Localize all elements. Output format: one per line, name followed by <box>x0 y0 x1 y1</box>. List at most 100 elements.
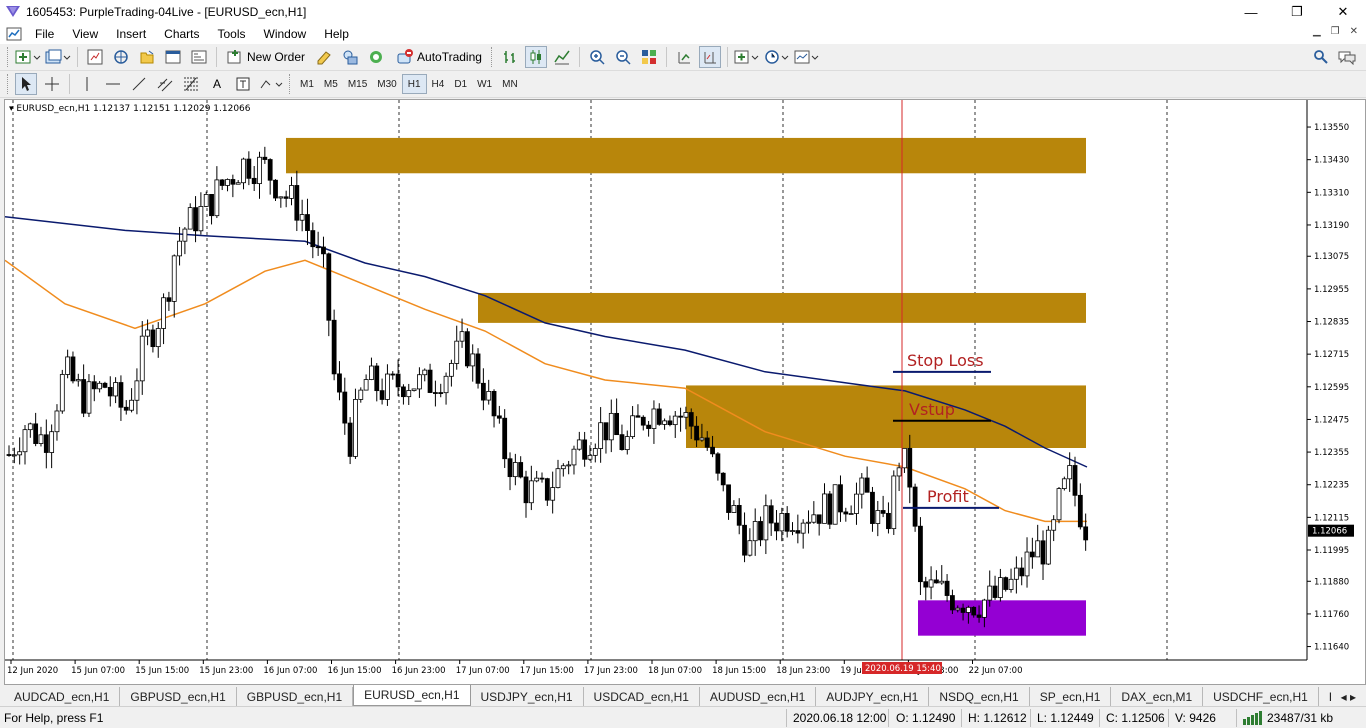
candle-body <box>688 412 694 427</box>
search-icon[interactable] <box>1310 46 1332 68</box>
chart-tabs: AUDCAD_ecn,H1 GBPUSD_ecn,H1 GBPUSD_ecn,H1 E… <box>0 685 1366 706</box>
candle <box>139 321 145 395</box>
chart-tab[interactable]: GBPUSD_ecn,H1 <box>120 687 237 706</box>
horizontal-line-icon[interactable] <box>102 73 124 95</box>
bar-chart-icon[interactable] <box>499 46 521 68</box>
fibonacci-icon[interactable] <box>180 73 202 95</box>
autotrading-button[interactable]: AutoTrading <box>391 46 486 68</box>
candle <box>640 415 646 431</box>
menu-charts[interactable]: Charts <box>155 27 208 41</box>
periods-icon[interactable] <box>764 46 790 68</box>
timeframe-m5[interactable]: M5 <box>319 74 343 94</box>
chart-tab[interactable]: USDCAD_ecn,H1 <box>584 687 700 706</box>
candle-body <box>113 382 118 397</box>
candle-body <box>971 606 977 616</box>
tab-scroll-arrows[interactable]: ◂ ▸ <box>1330 687 1366 706</box>
chart-window-icon <box>6 27 22 41</box>
new-chart-icon[interactable] <box>15 46 41 68</box>
candle <box>475 348 481 389</box>
metaeditor-icon[interactable] <box>313 46 335 68</box>
new-order-button[interactable]: New Order <box>223 46 309 68</box>
chart-tab[interactable]: USDCHF_ecn,H1 <box>1203 687 1319 706</box>
candle <box>1045 525 1051 565</box>
zoom-in-icon[interactable] <box>586 46 608 68</box>
menu-view[interactable]: View <box>63 27 107 41</box>
chart-tab[interactable]: SP_ecn,H1 <box>1030 687 1112 706</box>
timeframe-m1[interactable]: M1 <box>295 74 319 94</box>
templates-icon[interactable] <box>794 46 820 68</box>
zoom-out-icon[interactable] <box>612 46 634 68</box>
candle-body <box>960 607 966 613</box>
candle-body <box>598 422 604 449</box>
title-bar: 1605453: PurpleTrading-04Live - [EURUSD_… <box>0 0 1366 24</box>
timeframe-h4[interactable]: H4 <box>427 74 450 94</box>
indicators-icon[interactable] <box>734 46 760 68</box>
data-window-icon[interactable] <box>110 46 132 68</box>
menu-file[interactable]: File <box>26 27 63 41</box>
chart-window[interactable]: ▾ EURUSD_ecn,H1 1.12137 1.12151 1.12029 … <box>4 99 1366 685</box>
candle-body <box>683 412 689 418</box>
cursor-icon[interactable] <box>15 73 37 95</box>
candle <box>571 445 577 475</box>
candle-body <box>432 392 438 394</box>
mdi-restore-button[interactable]: ❐ <box>1331 26 1340 37</box>
chart-tab[interactable]: AUDJPY_ecn,H1 <box>816 687 930 706</box>
timeframe-m15[interactable]: M15 <box>343 74 372 94</box>
strategy-tester-icon[interactable] <box>188 46 210 68</box>
chart-tab[interactable]: DAX_ecn,M1 <box>1111 687 1204 706</box>
close-button[interactable]: ✕ <box>1320 0 1366 24</box>
menu-help[interactable]: Help <box>315 27 358 41</box>
candlestick-chart-icon[interactable] <box>524 46 547 68</box>
profiles-icon[interactable] <box>45 46 71 68</box>
market-watch-icon[interactable] <box>84 46 106 68</box>
candle <box>1035 524 1041 558</box>
trendline-icon[interactable] <box>128 73 150 95</box>
candle-body <box>459 331 465 342</box>
timeframe-h1[interactable]: H1 <box>401 74 427 94</box>
chart-tab[interactable]: NSDQ_ecn,H1 <box>929 687 1030 706</box>
signals-icon[interactable] <box>339 46 361 68</box>
text-icon[interactable]: A <box>206 73 228 95</box>
tile-windows-icon[interactable] <box>638 46 660 68</box>
candle-body <box>1035 540 1041 558</box>
timeframe-m30[interactable]: M30 <box>372 74 401 94</box>
line-chart-icon[interactable] <box>551 46 573 68</box>
chart-tab[interactable]: AUDUSD_ecn,H1 <box>700 687 817 706</box>
price-tick-label: 1.13550 <box>1314 123 1349 133</box>
price-chart[interactable]: Stop Loss Vstup Profit 1.13550 1.13430 1.133… <box>4 100 1365 684</box>
timeframe-w1[interactable]: W1 <box>472 74 497 94</box>
candle <box>896 462 902 492</box>
candle <box>928 566 934 600</box>
mdi-minimize-button[interactable]: ▁ <box>1313 26 1321 37</box>
terminal-icon[interactable] <box>162 46 184 68</box>
candle <box>363 374 369 391</box>
crosshair-icon[interactable] <box>41 73 63 95</box>
mdi-close-button[interactable]: ✕ <box>1350 26 1358 37</box>
equidistant-channel-icon[interactable] <box>154 73 176 95</box>
market-icon[interactable] <box>365 46 387 68</box>
navigator-icon[interactable] <box>136 46 158 68</box>
timeframe-d1[interactable]: D1 <box>449 74 472 94</box>
chart-tab[interactable]: AUDCAD_ecn,H1 <box>4 687 121 706</box>
candle-body <box>662 420 667 425</box>
chart-shift-icon[interactable] <box>698 46 721 68</box>
candle-body <box>49 431 55 453</box>
timeframe-mn[interactable]: MN <box>497 74 523 94</box>
connection-status-icon[interactable] <box>1242 711 1264 725</box>
chat-icon[interactable] <box>1336 46 1358 68</box>
restore-button[interactable]: ❐ <box>1274 0 1320 24</box>
menu-insert[interactable]: Insert <box>107 27 155 41</box>
chart-tab[interactable]: USDJPY_ecn,H1 <box>471 687 584 706</box>
menu-window[interactable]: Window <box>255 27 316 41</box>
chart-tab[interactable]: GBPUSD_ecn,H1 <box>237 687 354 706</box>
candle <box>65 349 71 379</box>
candle-body <box>550 487 556 501</box>
text-label-icon[interactable] <box>232 73 254 95</box>
auto-scroll-icon[interactable] <box>673 46 695 68</box>
arrows-icon[interactable] <box>258 73 284 95</box>
candle <box>294 170 300 232</box>
vertical-line-icon[interactable] <box>76 73 98 95</box>
chart-tab[interactable]: EURUSD_ecn,H1 <box>353 685 471 706</box>
minimize-button[interactable]: — <box>1228 0 1274 24</box>
menu-tools[interactable]: Tools <box>209 27 255 41</box>
